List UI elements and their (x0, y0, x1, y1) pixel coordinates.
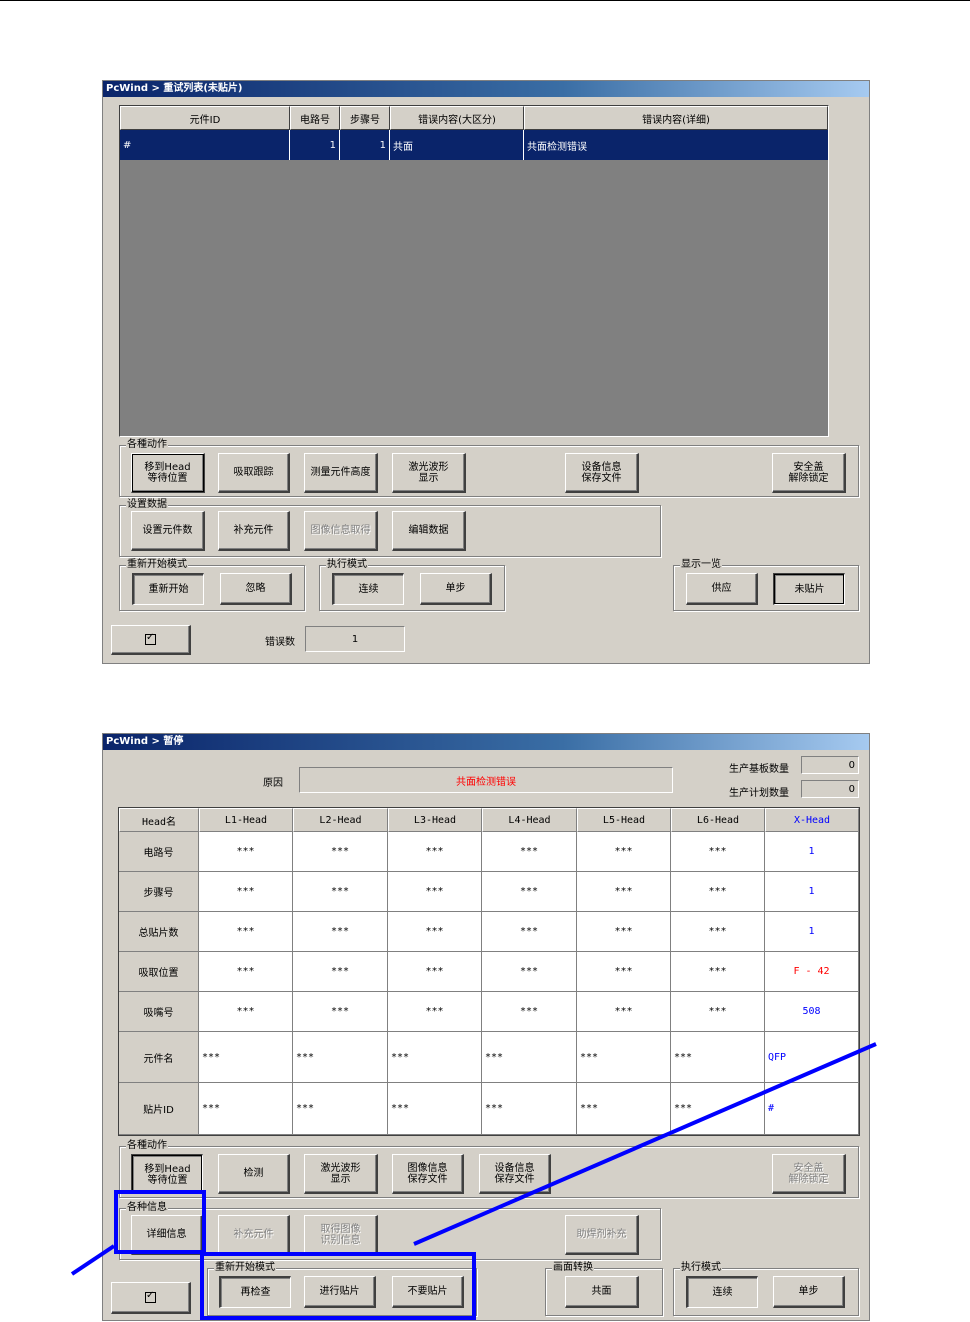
annotation-line-left (70, 1244, 116, 1276)
annotation-line-right (413, 1042, 877, 1246)
annotation-arrows (70, 1042, 877, 1276)
